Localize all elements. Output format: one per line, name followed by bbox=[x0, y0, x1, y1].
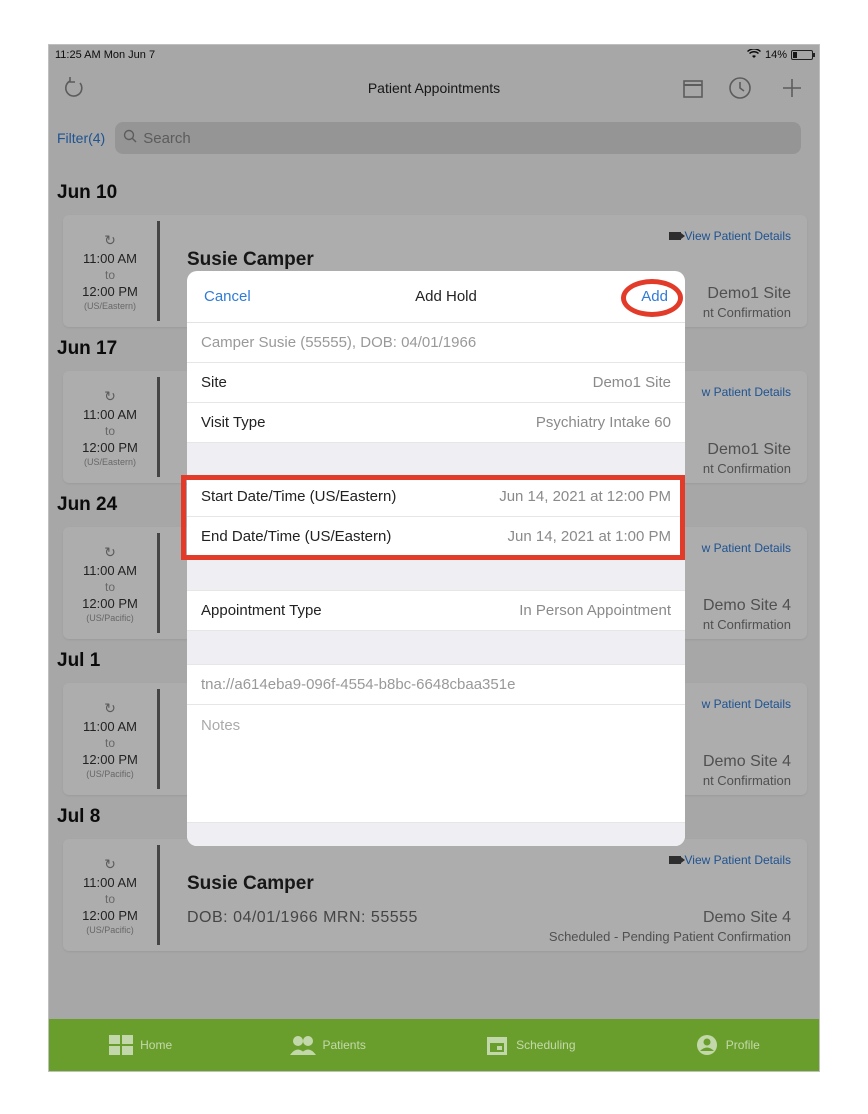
tab-profile-label: Profile bbox=[725, 1038, 760, 1052]
tab-scheduling-label: Scheduling bbox=[516, 1038, 576, 1052]
tab-bar: Home Patients Scheduling Profile bbox=[49, 1019, 819, 1071]
notes-placeholder: Notes bbox=[201, 717, 241, 734]
notes-field[interactable]: Notes bbox=[187, 705, 685, 823]
section-gap bbox=[187, 443, 685, 477]
profile-icon bbox=[696, 1035, 717, 1055]
modal-header: Cancel Add Hold Add bbox=[187, 271, 685, 323]
cancel-button[interactable]: Cancel bbox=[204, 288, 251, 305]
site-label: Site bbox=[201, 374, 227, 391]
visit-type-row[interactable]: Visit Type Psychiatry Intake 60 bbox=[187, 403, 685, 443]
tab-patients[interactable]: Patients bbox=[290, 1034, 366, 1056]
site-row[interactable]: Site Demo1 Site bbox=[187, 363, 685, 403]
modal-footer bbox=[187, 823, 685, 846]
highlight-oval bbox=[621, 279, 683, 317]
patient-row[interactable]: Camper Susie (55555), DOB: 04/01/1966 bbox=[187, 323, 685, 363]
section-gap bbox=[187, 557, 685, 591]
site-value: Demo1 Site bbox=[592, 374, 671, 391]
tab-patients-label: Patients bbox=[322, 1038, 366, 1052]
tab-profile[interactable]: Profile bbox=[694, 1034, 760, 1056]
appointment-type-row[interactable]: Appointment Type In Person Appointment bbox=[187, 591, 685, 631]
tab-home-label: Home bbox=[140, 1038, 173, 1052]
appointment-type-label: Appointment Type bbox=[201, 602, 322, 619]
patients-icon bbox=[290, 1036, 317, 1055]
scheduling-calendar-icon bbox=[487, 1037, 508, 1055]
visit-type-value: Psychiatry Intake 60 bbox=[535, 414, 671, 431]
link-url: tna://a614eba9-096f-4554-b8bc-6648cbaa35… bbox=[201, 676, 516, 693]
link-row[interactable]: tna://a614eba9-096f-4554-b8bc-6648cbaa35… bbox=[187, 665, 685, 705]
visit-type-label: Visit Type bbox=[201, 414, 266, 431]
home-grid-icon bbox=[109, 1035, 134, 1055]
patient-label: Camper Susie (55555), DOB: 04/01/1966 bbox=[201, 334, 477, 351]
appointment-type-value: In Person Appointment bbox=[519, 602, 671, 619]
tab-home[interactable]: Home bbox=[108, 1034, 172, 1056]
modal-title: Add Hold bbox=[415, 288, 477, 305]
highlight-rectangle bbox=[181, 475, 685, 560]
tab-scheduling[interactable]: Scheduling bbox=[484, 1034, 576, 1056]
section-gap bbox=[187, 631, 685, 665]
